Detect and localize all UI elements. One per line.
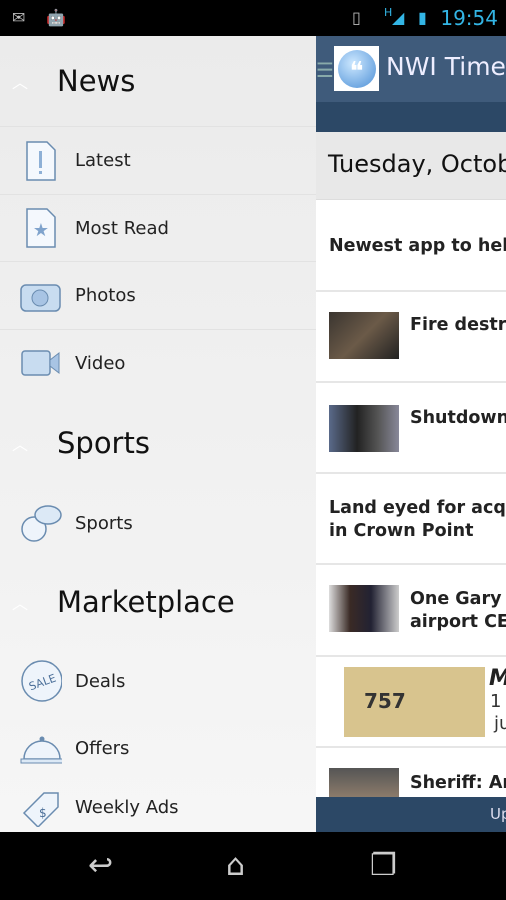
item-label: Offers [75,737,130,759]
section-title: News [57,64,136,98]
section-title: Sports [57,426,150,460]
mail-icon: ✉ [12,8,26,27]
video-camera-icon [20,343,62,383]
price-tag-icon: $ [20,787,62,827]
battery-charging-icon: ▮ [418,8,427,27]
headline: One Gary c [410,589,506,609]
cloche-icon [20,728,62,768]
drawer-item-photos[interactable]: Photos [0,261,316,329]
system-nav-bar: ↩ ⌂ ❐ [0,832,506,900]
section-title: Marketplace [57,585,235,619]
headline: Newest app to help w [329,236,506,256]
drawer-item-latest[interactable]: Latest [0,126,316,194]
app-bar: ☰ ❝ NWI Times [316,36,506,102]
status-bar: ✉ 🤖 ▯ H ◢ ▮ 19:54 [0,0,506,36]
item-label: Weekly Ads [75,796,179,818]
sale-tag-icon: SALE [20,660,62,702]
drawer-item-most-read[interactable]: ★ Most Read [0,194,316,261]
headline: Sheriff: Arr [410,773,506,793]
drawer-item-video[interactable]: Video [0,329,316,396]
item-label: Video [75,352,126,374]
article-row[interactable]: Shutdown [316,383,506,474]
navigation-drawer: ︿ News Latest ★ Most Read Photos Video ︿ Sp… [0,36,316,832]
headline: Land eyed for acquis [329,498,506,518]
chevron-up-icon: ︿ [12,594,29,613]
section-header-marketplace[interactable]: ︿ Marketplace [0,556,316,648]
section-header-sports[interactable]: ︿ Sports [0,396,316,490]
back-icon[interactable]: ↩ [88,848,113,883]
item-label: Latest [75,150,131,171]
article-row[interactable]: Fire destroy [316,292,506,383]
app-title: NWI Times [386,52,506,81]
tab-strip [316,102,506,132]
headline-line2: in Crown Point [329,521,474,541]
menu-icon[interactable]: ☰ [316,58,334,82]
section-header-news[interactable]: ︿ News [0,36,316,126]
bottom-bar[interactable]: Up [316,797,506,832]
item-label: Sports [75,512,133,534]
headline-line2: airport CEO [410,612,506,632]
clock: 19:54 [440,6,498,30]
article-thumbnail [329,405,399,452]
drawer-item-deals[interactable]: SALE Deals [0,648,316,714]
signal-icon: ◢ [392,8,405,27]
drawer-item-offers[interactable]: Offers [0,714,316,782]
ad-row[interactable]: 757M1ju [316,657,506,748]
headline: Shutdown [410,408,506,428]
sports-balls-icon [20,503,62,543]
item-label: Most Read [75,217,169,239]
item-label: Deals [75,670,126,692]
article-row[interactable]: Newest app to help w [316,200,506,292]
android-icon: 🤖 [46,8,66,27]
article-row[interactable]: Land eyed for acquis in Crown Point [316,474,506,565]
ad-image: 757 [344,667,485,737]
chevron-up-icon: ︿ [12,435,29,454]
date-header: Tuesday, October [316,132,506,200]
article-thumbnail [329,312,399,359]
drawer-item-sports[interactable]: Sports [0,490,316,556]
ad-title: M [489,667,506,690]
article-row[interactable]: One Gary c airport CEO [316,565,506,657]
headline: Fire destroy [410,315,506,335]
document-star-icon: ★ [20,208,62,248]
article-thumbnail [329,585,399,632]
vibrate-icon: ▯ [352,8,361,27]
quote-icon: ❝ [337,49,376,88]
recents-icon[interactable]: ❐ [370,848,397,883]
ad-line: ju [494,713,506,734]
ad-line: 1 [490,691,502,712]
document-exclamation-icon [20,140,62,181]
drawer-item-weekly-ads[interactable]: $ Weekly Ads [0,782,316,832]
app-logo[interactable]: ❝ [334,46,379,91]
chevron-up-icon: ︿ [12,73,29,92]
svg-text:$: $ [39,806,47,820]
svg-text:★: ★ [33,220,49,241]
home-icon[interactable]: ⌂ [226,848,245,883]
item-label: Photos [75,285,136,306]
camera-icon [20,276,62,316]
main-content: ☰ ❝ NWI Times Tuesday, October Newest ap… [316,36,506,832]
